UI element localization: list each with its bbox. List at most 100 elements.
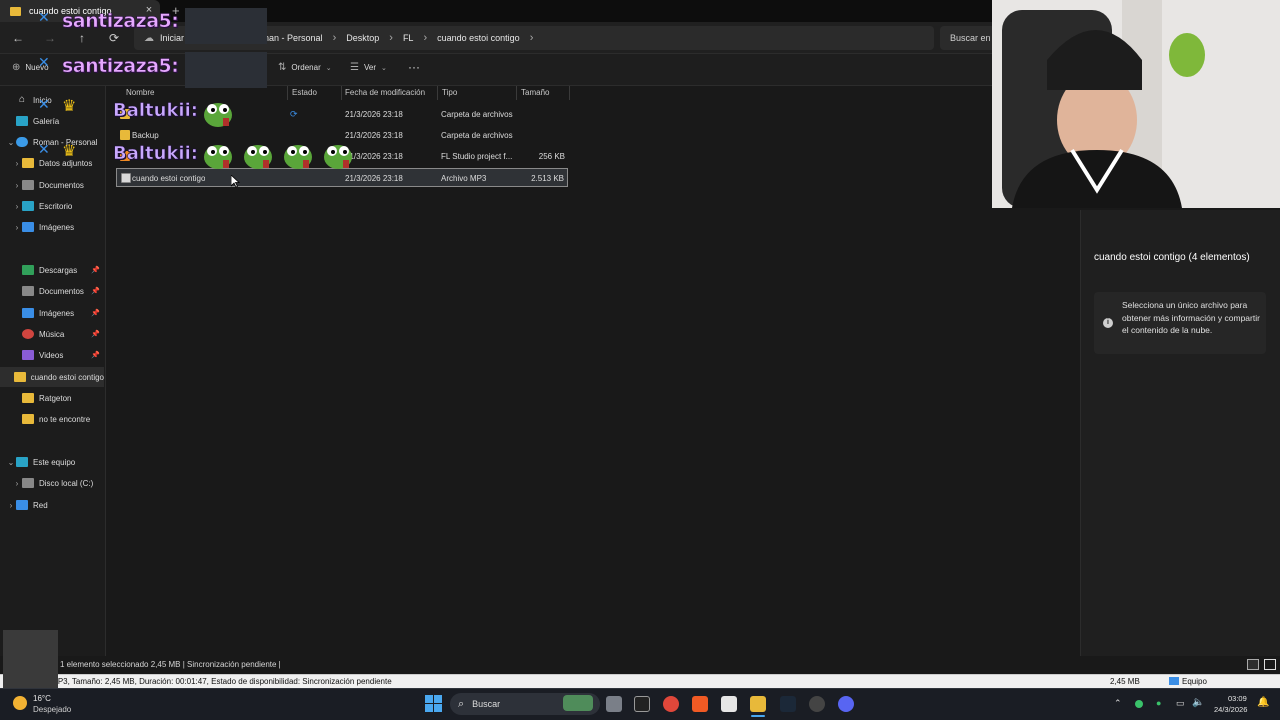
weather-icon[interactable] (13, 696, 27, 710)
pc-icon (16, 457, 28, 467)
forward-button[interactable]: → (42, 30, 58, 46)
breadcrumb-item[interactable]: FL (403, 33, 414, 43)
sidebar-item-pictures-pinned[interactable]: Imágenes 📌 (0, 303, 104, 323)
breadcrumb-item[interactable]: Iniciar (160, 33, 184, 43)
sort-button[interactable]: ⇅ Ordenar ⌄ (278, 62, 332, 73)
file-explorer-icon[interactable] (750, 696, 766, 712)
chevron-right-icon[interactable]: › (12, 223, 22, 232)
obs-icon[interactable] (809, 696, 825, 712)
chevron-down-icon[interactable]: ⌄ (6, 458, 16, 467)
discord-icon[interactable] (838, 696, 854, 712)
webcam-image (992, 0, 1280, 208)
audio-file-icon (121, 173, 131, 183)
task-view-icon[interactable] (606, 696, 622, 712)
chevron-up-icon[interactable]: ⌃ (1114, 698, 1122, 709)
folder-icon (10, 6, 21, 16)
tiles-view-icon[interactable] (1264, 659, 1276, 670)
sync-pending-icon: ⟳ (290, 109, 298, 119)
breadcrumb-item[interactable]: Desktop (346, 33, 379, 43)
sidebar-item-music[interactable]: Música 📌 (0, 324, 104, 344)
chat-badge-icon: ✕ (38, 9, 50, 25)
chevron-right-icon[interactable]: › (6, 501, 16, 510)
breadcrumb-item[interactable]: nan - Personal (264, 33, 323, 43)
sidebar-item-local-disk[interactable]: › Disco local (C:) (0, 473, 104, 493)
sidebar-item-attachments[interactable]: › Datos adjuntos (0, 153, 104, 173)
frog-emote-icon (204, 145, 232, 169)
microphone-icon[interactable]: ● (1156, 698, 1161, 708)
sidebar-item-onedrive[interactable]: ⌄ Roman - Personal (0, 132, 104, 152)
chevron-right-icon[interactable]: › (12, 159, 22, 168)
sidebar-item-label: Imágenes (39, 222, 75, 232)
breadcrumb-item[interactable]: cuando estoi contigo (437, 33, 520, 43)
volume-icon[interactable]: 🔈 (1192, 697, 1204, 708)
chevron-right-icon[interactable]: › (12, 181, 22, 190)
file-name: cuando estoi contigo (132, 174, 206, 183)
sidebar-item-ratgeton[interactable]: Ratgeton (0, 388, 104, 408)
column-divider[interactable] (569, 86, 570, 100)
folder-icon (22, 158, 34, 168)
navigation-pane: ⌂ Inicio Galería ⌄ Roman - Personal › Datos… (0, 86, 106, 656)
weather-temperature[interactable]: 16°C (33, 694, 51, 703)
network-icon (16, 500, 28, 510)
clock-date[interactable]: 24/3/2026 (1214, 705, 1247, 714)
column-header-modified[interactable]: Fecha de modificación (345, 88, 425, 97)
sidebar-item-label: Red (33, 500, 48, 510)
sidebar-item-current-folder[interactable]: cuando estoi contigo (0, 367, 104, 387)
chrome-icon[interactable] (663, 696, 679, 712)
sidebar-item-home[interactable]: ⌂ Inicio (0, 90, 104, 110)
sidebar-item-documents-pinned[interactable]: Documentos 📌 (0, 281, 104, 301)
info-bar-size: 2,45 MB (1110, 677, 1140, 686)
sidebar-item-documents[interactable]: › Documentos (0, 175, 104, 195)
notification-icon[interactable]: 🔔 (1257, 697, 1269, 708)
column-divider[interactable] (516, 86, 517, 100)
chevron-down-icon[interactable]: ⌄ (6, 138, 16, 147)
chat-avatar-thumbnail (185, 52, 267, 88)
column-divider[interactable] (287, 86, 288, 100)
column-header-status[interactable]: Estado (292, 88, 317, 97)
downloads-icon (22, 265, 34, 275)
cloud-icon: ☁ (144, 32, 154, 44)
weather-status[interactable]: Despejado (33, 705, 71, 714)
column-divider[interactable] (437, 86, 438, 100)
column-header-type[interactable]: Tipo (442, 88, 457, 97)
column-header-size[interactable]: Tamaño (521, 88, 549, 97)
sidebar-item-pictures[interactable]: › Imágenes (0, 217, 104, 237)
folder-icon (13, 372, 26, 382)
documents-icon (22, 180, 34, 190)
sidebar-item-no-te-encontre[interactable]: no te encontre (0, 409, 104, 429)
network-icon[interactable]: ▭ (1176, 698, 1185, 709)
chevron-right-icon[interactable]: › (12, 202, 22, 211)
sidebar-item-gallery[interactable]: Galería (0, 111, 104, 131)
sidebar-item-network[interactable]: › Red (0, 495, 104, 515)
sidebar-item-downloads[interactable]: Descargas 📌 (0, 260, 104, 280)
windows-start-icon[interactable] (425, 695, 442, 712)
details-view-icon[interactable] (1247, 659, 1259, 670)
chevron-right-icon[interactable]: › (12, 479, 22, 488)
column-header-name[interactable]: Nombre (126, 88, 154, 97)
steam-icon[interactable] (780, 696, 796, 712)
back-button[interactable]: ← (10, 30, 26, 46)
more-options-button[interactable]: ··· (408, 60, 420, 74)
sidebar-item-label: Galería (33, 116, 60, 126)
file-row-selected[interactable]: cuando estoi contigo 21/3/2026 23:18 Arc… (116, 168, 568, 187)
view-button[interactable]: ☰ Ver ⌄ (350, 62, 387, 73)
search-highlight-icon (563, 695, 593, 711)
status-dot-icon[interactable] (1135, 700, 1143, 708)
folder-icon (22, 414, 34, 424)
up-button[interactable]: ↑ (74, 30, 90, 46)
file-size: 2.513 KB (531, 174, 564, 183)
clock-time[interactable]: 03:09 (1228, 694, 1247, 703)
sidebar-item-videos[interactable]: Videos 📌 (0, 345, 104, 365)
sidebar-item-label: Videos (39, 350, 64, 360)
epic-games-icon[interactable] (634, 696, 650, 712)
sidebar-item-desktop[interactable]: › Escritorio (0, 196, 104, 216)
sidebar-item-this-pc[interactable]: ⌄ Este equipo (0, 452, 104, 472)
brave-icon[interactable] (692, 696, 708, 712)
active-app-indicator (751, 715, 765, 717)
sidebar-item-label: Este equipo (33, 457, 76, 467)
column-divider[interactable] (341, 86, 342, 100)
refresh-button[interactable]: ⟳ (106, 30, 122, 46)
chevron-right-icon: › (423, 32, 428, 44)
store-icon[interactable] (721, 696, 737, 712)
pin-icon: 📌 (91, 267, 100, 274)
